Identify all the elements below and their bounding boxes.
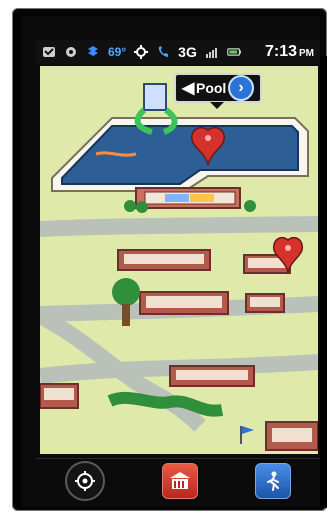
settings-icon bbox=[64, 45, 78, 59]
gps-icon bbox=[134, 45, 149, 59]
phone-call-icon bbox=[156, 45, 170, 59]
temperature: 69° bbox=[108, 45, 127, 59]
callout-label: Pool bbox=[195, 80, 227, 96]
locate-button[interactable] bbox=[64, 461, 105, 501]
battery-icon bbox=[227, 45, 241, 59]
buildings-button[interactable] bbox=[161, 463, 198, 499]
previous-arrow-icon[interactable]: ◀ bbox=[182, 78, 194, 98]
clock: 7:13 PM bbox=[265, 43, 314, 61]
time-text: 7:13 bbox=[264, 43, 297, 60]
go-arrow-icon[interactable]: › bbox=[228, 75, 254, 101]
status-bar: 69° 3G 7:13 PM bbox=[36, 40, 320, 64]
notification-icon bbox=[42, 45, 56, 59]
walking-person-icon bbox=[267, 471, 280, 491]
pool-building[interactable] bbox=[135, 187, 241, 209]
signal-icon bbox=[205, 45, 219, 59]
building-2[interactable] bbox=[139, 291, 229, 315]
poi-callout[interactable]: ◀ Pool › bbox=[174, 73, 262, 109]
bottom-toolbar bbox=[36, 458, 320, 503]
building-1[interactable] bbox=[117, 249, 211, 271]
campus-map[interactable] bbox=[40, 66, 318, 454]
building-4[interactable] bbox=[245, 293, 285, 313]
walk-button[interactable] bbox=[255, 463, 292, 499]
building-6[interactable] bbox=[40, 383, 79, 409]
dropbox-icon bbox=[86, 45, 100, 59]
network-type: 3G bbox=[178, 44, 197, 60]
building-7[interactable] bbox=[265, 421, 318, 451]
time-ampm: PM bbox=[299, 48, 314, 59]
map-canvas[interactable] bbox=[40, 66, 318, 454]
locate-icon bbox=[74, 471, 95, 491]
buildings-icon bbox=[169, 472, 190, 489]
building-5[interactable] bbox=[169, 365, 255, 387]
device-bezel bbox=[320, 56, 327, 508]
road-top bbox=[40, 216, 318, 237]
